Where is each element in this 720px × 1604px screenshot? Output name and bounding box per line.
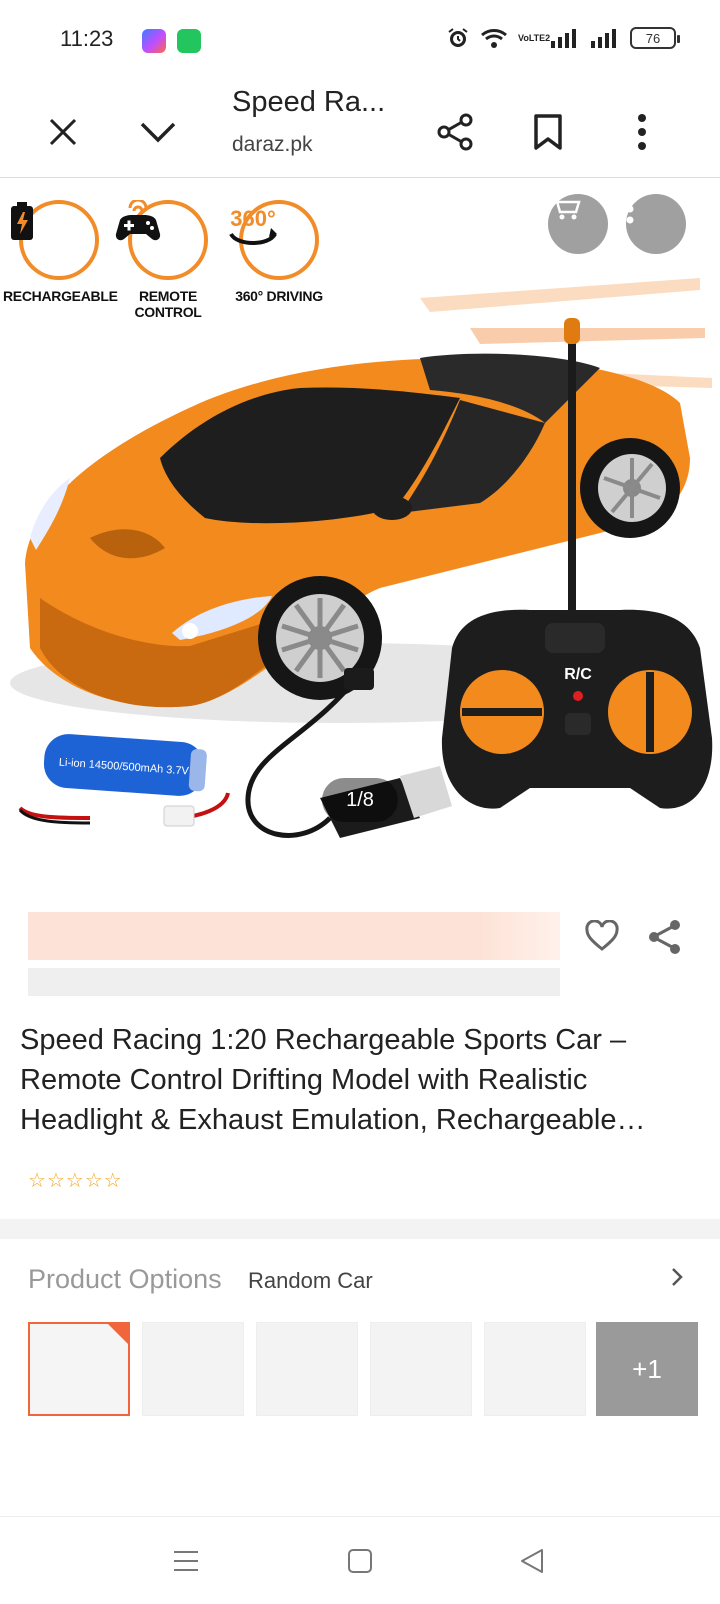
- page-title-block[interactable]: Speed Ra... daraz.pk: [0, 84, 720, 178]
- feature-360-driving: 360° 360° DRIVING: [223, 200, 335, 304]
- chevron-down-icon: [140, 122, 176, 143]
- option-thumbnail[interactable]: [28, 1322, 130, 1416]
- image-counter: 1/8: [322, 778, 398, 822]
- more-options-button[interactable]: [614, 104, 670, 160]
- feature-label: RECHARGEABLE: [3, 288, 118, 304]
- feature-label: REMOTE CONTROL: [134, 288, 202, 320]
- page-title: Speed Ra...: [232, 86, 386, 118]
- option-thumbnail[interactable]: [484, 1322, 586, 1416]
- more-vertical-icon: [626, 194, 634, 224]
- star-icon: ☆: [65, 1170, 84, 1192]
- battery-level: 76: [645, 30, 661, 46]
- close-icon: [49, 118, 77, 146]
- feature-circle: [115, 200, 208, 280]
- option-thumbnail[interactable]: [370, 1322, 472, 1416]
- options-label: Product Options: [28, 1264, 222, 1294]
- product-share-button[interactable]: [646, 918, 684, 961]
- star-icon: ☆: [28, 1170, 46, 1192]
- status-time: 11:23: [60, 26, 114, 51]
- remote-label: R/C: [564, 666, 592, 683]
- signal-icon: [551, 29, 576, 48]
- signal-icon-2: [591, 29, 616, 48]
- square-icon: [348, 1549, 372, 1573]
- price-placeholder: [28, 912, 560, 960]
- back-button[interactable]: [514, 1543, 550, 1579]
- feature-remote-control: REMOTE CONTROL: [112, 200, 224, 320]
- bookmark-icon: [534, 114, 562, 150]
- rotate-360-icon: 360°: [229, 206, 277, 245]
- back-triangle-icon: [521, 1549, 543, 1573]
- recents-button[interactable]: [168, 1543, 204, 1579]
- star-icon: ☆: [84, 1170, 103, 1192]
- subprice-placeholder: [28, 968, 560, 996]
- option-thumbnail[interactable]: [142, 1322, 244, 1416]
- alarm-icon: [448, 28, 468, 47]
- bookmark-button[interactable]: [520, 104, 576, 160]
- close-button[interactable]: [35, 104, 91, 160]
- chevron-right-icon: [670, 1266, 684, 1293]
- more-options-thumbnail[interactable]: +1: [596, 1322, 698, 1416]
- minimize-button[interactable]: [130, 104, 186, 160]
- network-type-label: VoLTE2: [518, 33, 551, 43]
- wifi-icon: [481, 29, 507, 48]
- share-icon: [649, 920, 680, 954]
- system-icons: VoLTE2 76: [446, 26, 680, 50]
- product-image-gallery[interactable]: R/C Li-ion 14500/500mAh 3.7V RECHARGEABL…: [0, 178, 720, 883]
- feature-rechargeable: RECHARGEABLE: [3, 200, 118, 304]
- battery-icon: [11, 202, 33, 240]
- product-title: Speed Racing 1:20 Rechargeable Sports Ca…: [20, 1024, 646, 1136]
- feature-label: 360° DRIVING: [235, 288, 323, 304]
- option-thumbnail[interactable]: [256, 1322, 358, 1416]
- page-domain: daraz.pk: [232, 133, 313, 156]
- system-nav-bar: [0, 1516, 720, 1604]
- rating-stars[interactable]: ☆ ☆ ☆ ☆ ☆: [28, 1168, 122, 1193]
- feature-circle: [11, 200, 99, 280]
- status-bar: 11:23 VoLTE2 76: [0, 0, 720, 84]
- wishlist-button[interactable]: [584, 919, 620, 957]
- options-value: Random Car: [248, 1268, 373, 1293]
- menu-icon: [174, 1551, 198, 1571]
- image-more-button[interactable]: [626, 194, 686, 254]
- share-button[interactable]: [427, 104, 483, 160]
- top-bar: Speed Ra... daraz.pk: [0, 84, 720, 178]
- badge-360-text: 360°: [230, 206, 276, 231]
- share-icon: [437, 113, 473, 151]
- app-notification-icon-2: [177, 29, 201, 53]
- star-icon: ☆: [103, 1170, 122, 1192]
- app-notification-icon: [142, 29, 166, 53]
- cart-button[interactable]: [548, 194, 608, 254]
- feature-circle: 360°: [229, 200, 319, 280]
- cart-icon: [550, 196, 581, 220]
- section-divider: [0, 1219, 720, 1239]
- more-vertical-icon: [638, 114, 646, 150]
- star-icon: ☆: [46, 1170, 65, 1192]
- battery-indicator: 76: [630, 27, 680, 49]
- gamepad-icon: [115, 200, 161, 241]
- heart-icon: [585, 919, 619, 951]
- home-button[interactable]: [342, 1543, 378, 1579]
